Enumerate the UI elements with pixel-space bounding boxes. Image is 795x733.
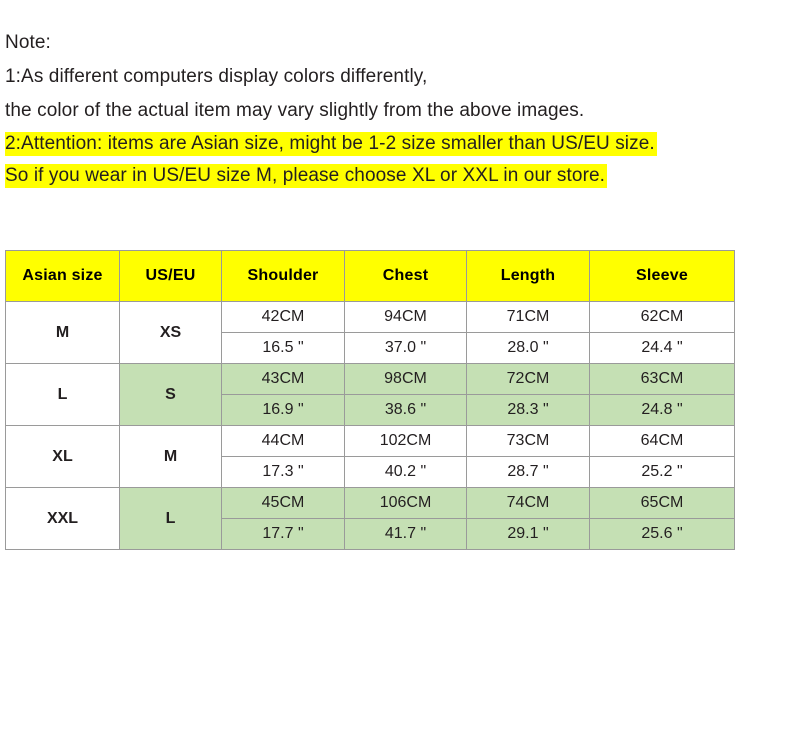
cell-measurement-cm: 94CM <box>344 301 467 333</box>
cell-measurement-cm: 45CM <box>221 487 345 519</box>
cell-measurement-inch: 25.6 " <box>589 518 735 550</box>
cell-asian-size: XXL <box>5 487 120 550</box>
note-highlight: So if you wear in US/EU size M, please c… <box>5 164 608 188</box>
cell-measurement-cm: 72CM <box>466 363 590 395</box>
cell-measurement-cm: 102CM <box>344 425 467 457</box>
cell-measurement-cm: 71CM <box>466 301 590 333</box>
note-highlight: 2:Attention: items are Asian size, might… <box>5 132 657 156</box>
cell-us-eu-size: XS <box>119 301 222 364</box>
cell-measurement-inch: 38.6 " <box>344 394 467 426</box>
notes-block: Note: 1:As different computers display co… <box>5 26 790 192</box>
cell-measurement-cm: 42CM <box>221 301 345 333</box>
cell-measurement-inch: 24.4 " <box>589 332 735 364</box>
table-row: XXL L 45CM 106CM 74CM 65CM <box>5 487 735 550</box>
cell-measurement-inch: 17.3 " <box>221 456 345 488</box>
column-header-chest: Chest <box>344 250 467 302</box>
cell-measurement-cm: 63CM <box>589 363 735 395</box>
cell-asian-size: L <box>5 363 120 426</box>
note-line-4: 2:Attention: items are Asian size, might… <box>5 128 790 160</box>
column-header-asian-size: Asian size <box>5 250 120 302</box>
column-header-length: Length <box>466 250 590 302</box>
note-line-5: So if you wear in US/EU size M, please c… <box>5 160 790 192</box>
note-line-2: 1:As different computers display colors … <box>5 66 428 87</box>
cell-measurement-cm: 43CM <box>221 363 345 395</box>
cell-asian-size: M <box>5 301 120 364</box>
cell-measurement-cm: 73CM <box>466 425 590 457</box>
cell-measurement-inch: 24.8 " <box>589 394 735 426</box>
cell-measurement-inch: 37.0 " <box>344 332 467 364</box>
cell-measurement-cm: 98CM <box>344 363 467 395</box>
cell-measurement-inch: 41.7 " <box>344 518 467 550</box>
cell-measurement-cm: 65CM <box>589 487 735 519</box>
note-line-3: the color of the actual item may vary sl… <box>5 100 585 121</box>
cell-measurement-cm: 62CM <box>589 301 735 333</box>
table-header-row: Asian size US/EU Shoulder Chest Length Sleeve <box>5 250 735 302</box>
cell-measurement-cm: 74CM <box>466 487 590 519</box>
table-row: L S 43CM 98CM 72CM 63CM <box>5 363 735 426</box>
cell-us-eu-size: S <box>119 363 222 426</box>
cell-asian-size: XL <box>5 425 120 488</box>
cell-measurement-inch: 16.9 " <box>221 394 345 426</box>
column-header-sleeve: Sleeve <box>589 250 735 302</box>
cell-measurement-inch: 28.0 " <box>466 332 590 364</box>
column-header-shoulder: Shoulder <box>221 250 345 302</box>
cell-measurement-inch: 28.7 " <box>466 456 590 488</box>
cell-measurement-cm: 44CM <box>221 425 345 457</box>
cell-measurement-cm: 64CM <box>589 425 735 457</box>
note-line-1: Note: <box>5 32 51 53</box>
cell-measurement-cm: 106CM <box>344 487 467 519</box>
cell-us-eu-size: L <box>119 487 222 550</box>
column-header-us-eu: US/EU <box>119 250 222 302</box>
cell-measurement-inch: 25.2 " <box>589 456 735 488</box>
table-header: Asian size US/EU Shoulder Chest Length Sleeve <box>5 250 735 302</box>
table-body: M XS 42CM 94CM 71CM 62CM 16.5 " 37.0 " 28.0 " 24.… <box>5 301 735 550</box>
cell-us-eu-size: M <box>119 425 222 488</box>
cell-measurement-inch: 40.2 " <box>344 456 467 488</box>
size-chart-table: Asian size US/EU Shoulder Chest Length Sleeve… <box>5 250 735 550</box>
cell-measurement-inch: 29.1 " <box>466 518 590 550</box>
table-row: M XS 42CM 94CM 71CM 62CM <box>5 301 735 364</box>
cell-measurement-inch: 28.3 " <box>466 394 590 426</box>
table-row: XL M 44CM 102CM 73CM 64CM <box>5 425 735 488</box>
cell-measurement-inch: 17.7 " <box>221 518 345 550</box>
size-chart-table-container: Asian size US/EU Shoulder Chest Length Sleeve… <box>5 250 735 550</box>
cell-measurement-inch: 16.5 " <box>221 332 345 364</box>
